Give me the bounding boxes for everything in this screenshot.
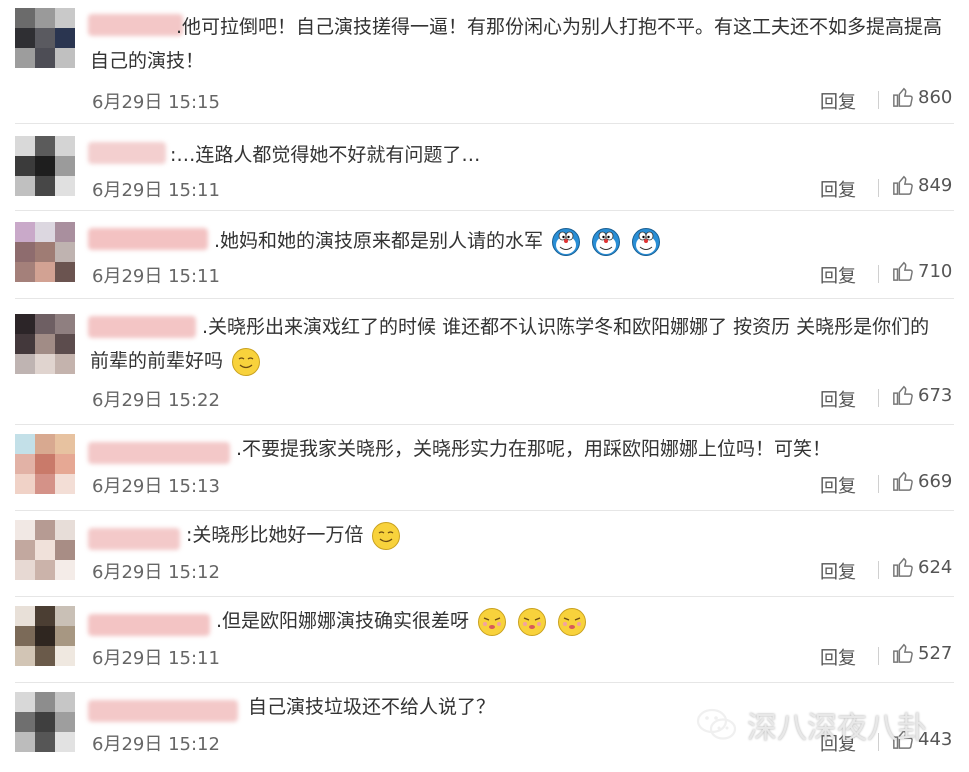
comment-text: :…连路人都觉得她不好就有问题了…	[90, 138, 950, 172]
comment-text: .不要提我家关晓彤，关晓彤实力在那呢，用踩欧阳娜娜上位吗！可笑！	[90, 432, 950, 466]
thumbs-up-icon	[893, 385, 913, 405]
doraemon-emoji-icon	[592, 227, 621, 256]
divider	[15, 210, 954, 211]
comment-text: :关晓彤比她好一万倍	[90, 518, 950, 552]
comment-time: 6月29日 15:11	[92, 648, 220, 669]
comment-text: .他可拉倒吧！自己演技搓得一逼！有那份闲心为别人打抱不平。有这工夫还不如多提高提…	[90, 10, 950, 78]
reply-button[interactable]: 回复	[820, 472, 856, 498]
divider	[15, 298, 954, 299]
reply-button[interactable]: 回复	[820, 386, 856, 412]
avatar[interactable]	[15, 606, 75, 666]
avatar[interactable]	[15, 8, 75, 68]
comment-item: :关晓彤比她好一万倍 6月29日 15:12 回复 624	[0, 514, 969, 596]
comment-body: 关晓彤出来演戏红了的时候 谁还都不认识陈学冬和欧阳娜娜了 按资历 关晓彤是你们的…	[90, 316, 930, 372]
comment-body: 但是欧阳娜娜演技确实很差呀	[222, 610, 470, 632]
watermark: 深八深夜八卦	[695, 700, 927, 750]
action-separator	[878, 475, 879, 493]
comment-body: 自己演技垃圾还不给人说了？	[248, 696, 496, 718]
watermark-text: 深八深夜八卦	[747, 711, 927, 746]
kiss-emoji-icon	[518, 607, 547, 636]
like-button[interactable]: 849	[892, 174, 952, 196]
smile-emoji-icon	[232, 347, 261, 376]
action-separator	[878, 561, 879, 579]
divider	[15, 596, 954, 597]
emoji-group	[543, 227, 663, 256]
thumbs-up-icon	[893, 175, 913, 195]
comment-body: 她妈和她的演技原来都是别人请的水军	[220, 230, 544, 252]
comment-body: 关晓彤比她好一万倍	[192, 524, 364, 546]
comment-item: .但是欧阳娜娜演技确实很差呀 6月29日 15:11 回复 527	[0, 600, 969, 682]
kiss-emoji-icon	[478, 607, 507, 636]
like-count: 527	[918, 642, 953, 664]
action-separator	[878, 179, 879, 197]
like-count: 673	[918, 384, 953, 406]
like-button[interactable]: 710	[892, 260, 952, 282]
reply-button[interactable]: 回复	[820, 88, 856, 114]
reply-button[interactable]: 回复	[820, 558, 856, 584]
like-button[interactable]: 624	[892, 556, 952, 578]
like-button[interactable]: 673	[892, 384, 952, 406]
comment-body: …连路人都觉得她不好就有问题了…	[176, 144, 481, 166]
comment-item: .她妈和她的演技原来都是别人请的水军 6月29日 15:11 回复 710	[0, 214, 969, 298]
like-button[interactable]: 527	[892, 642, 952, 664]
comment-time: 6月29日 15:11	[92, 266, 220, 287]
avatar[interactable]	[15, 222, 75, 282]
thumbs-up-icon	[893, 643, 913, 663]
comment-text: .但是欧阳娜娜演技确实很差呀	[90, 604, 950, 638]
action-separator	[878, 389, 879, 407]
comment-time: 6月29日 15:13	[92, 476, 220, 497]
comment-body: 他可拉倒吧！自己演技搓得一逼！有那份闲心为别人打抱不平。有这工夫还不如多提高提高…	[90, 16, 943, 72]
avatar[interactable]	[15, 520, 75, 580]
comment-time: 6月29日 15:12	[92, 562, 220, 583]
action-separator	[878, 265, 879, 283]
comment-text: .关晓彤出来演戏红了的时候 谁还都不认识陈学冬和欧阳娜娜了 按资历 关晓彤是你们…	[90, 310, 945, 378]
like-button[interactable]: 669	[892, 470, 952, 492]
divider	[15, 123, 954, 124]
comment-item: .关晓彤出来演戏红了的时候 谁还都不认识陈学冬和欧阳娜娜了 按资历 关晓彤是你们…	[0, 302, 969, 422]
divider	[15, 682, 954, 683]
comment-time: 6月29日 15:12	[92, 734, 220, 755]
reply-button[interactable]: 回复	[820, 176, 856, 202]
emoji-group	[469, 607, 589, 636]
like-count: 624	[918, 556, 953, 578]
comment-body: 不要提我家关晓彤，关晓彤实力在那呢，用踩欧阳娜娜上位吗！可笑！	[242, 438, 832, 460]
comment-time: 6月29日 15:22	[92, 390, 220, 411]
doraemon-emoji-icon	[552, 227, 581, 256]
avatar[interactable]	[15, 314, 75, 374]
avatar[interactable]	[15, 434, 75, 494]
like-count: 710	[918, 260, 953, 282]
avatar[interactable]	[15, 136, 75, 196]
like-button[interactable]: 860	[892, 86, 952, 108]
comment-time: 6月29日 15:15	[92, 92, 220, 113]
comment-list: .他可拉倒吧！自己演技搓得一逼！有那份闲心为别人打抱不平。有这工夫还不如多提高提…	[0, 0, 969, 772]
action-separator	[878, 647, 879, 665]
divider	[15, 510, 954, 511]
thumbs-up-icon	[893, 261, 913, 281]
comment-item: .他可拉倒吧！自己演技搓得一逼！有那份闲心为别人打抱不平。有这工夫还不如多提高提…	[0, 0, 969, 118]
thumbs-up-icon	[893, 471, 913, 491]
thumbs-up-icon	[893, 557, 913, 577]
divider	[15, 424, 954, 425]
kiss-emoji-icon	[558, 607, 587, 636]
doraemon-emoji-icon	[632, 227, 661, 256]
comment-time: 6月29日 15:11	[92, 180, 220, 201]
thumbs-up-icon	[893, 87, 913, 107]
reply-button[interactable]: 回复	[820, 644, 856, 670]
emoji-group	[223, 347, 263, 376]
comment-text: .她妈和她的演技原来都是别人请的水军	[90, 224, 950, 258]
comment-item: :…连路人都觉得她不好就有问题了… 6月29日 15:11 回复 849	[0, 128, 969, 210]
reply-button[interactable]: 回复	[820, 262, 856, 288]
smile-emoji-icon	[372, 521, 401, 550]
emoji-group	[363, 521, 403, 550]
like-count: 860	[918, 86, 953, 108]
action-separator	[878, 91, 879, 109]
wechat-icon	[696, 708, 737, 740]
like-count: 669	[918, 470, 953, 492]
comment-item: .不要提我家关晓彤，关晓彤实力在那呢，用踩欧阳娜娜上位吗！可笑！ 6月29日 1…	[0, 428, 969, 510]
avatar[interactable]	[15, 692, 75, 752]
like-count: 849	[918, 174, 953, 196]
